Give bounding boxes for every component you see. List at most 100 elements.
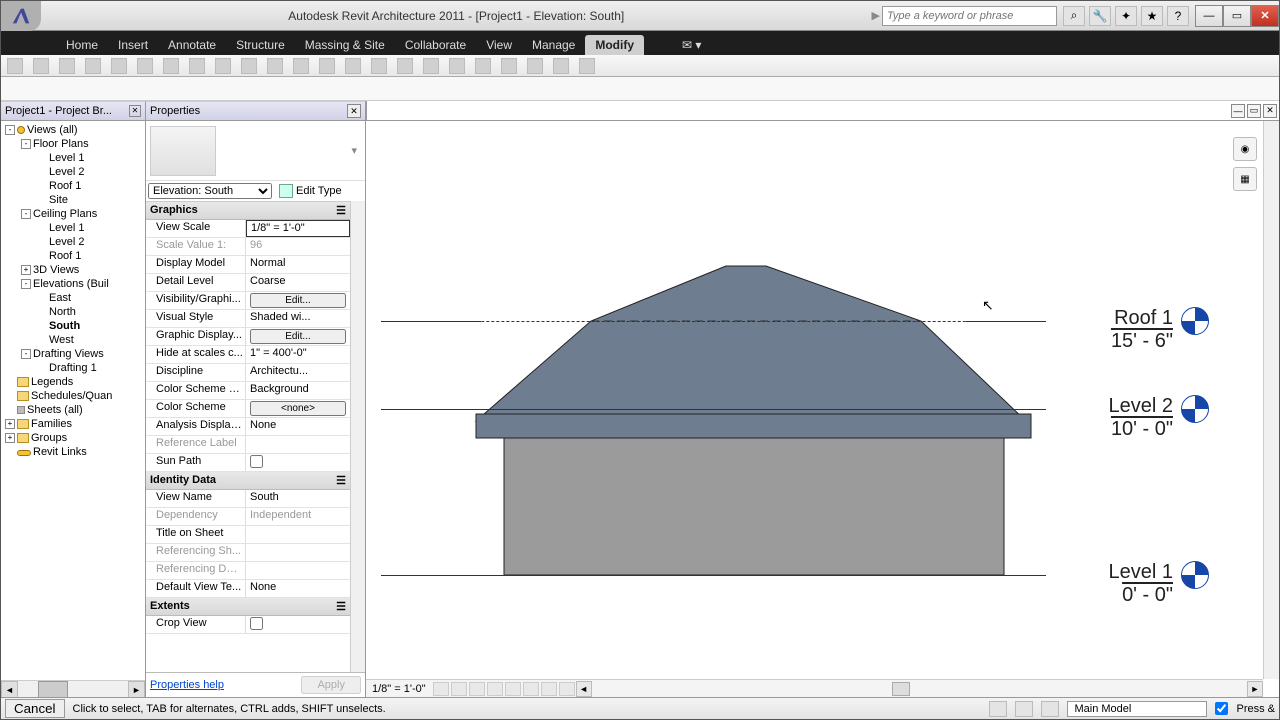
properties-grid[interactable]: Graphics☰ View Scale1/8" = 1'-0" Scale V… — [146, 201, 350, 672]
twisty-icon[interactable]: + — [5, 433, 15, 443]
level-label[interactable]: Level 210' - 0" — [1109, 395, 1174, 441]
tab-annotate[interactable]: Annotate — [158, 35, 226, 55]
tab-collaborate[interactable]: Collaborate — [395, 35, 476, 55]
crop-view-icon[interactable] — [505, 682, 521, 696]
tree-item[interactable]: -Ceiling Plans — [1, 207, 145, 221]
visual-style-icon[interactable] — [451, 682, 467, 696]
view-minimize-icon[interactable]: ― — [1231, 104, 1245, 118]
cancel-button[interactable]: Cancel — [5, 699, 65, 718]
sun-path-checkbox[interactable] — [250, 455, 263, 468]
level-line[interactable] — [381, 321, 1046, 322]
view-cube-icon[interactable]: ▦ — [1233, 167, 1257, 191]
qat-icon[interactable] — [553, 58, 569, 74]
tab-massing[interactable]: Massing & Site — [295, 35, 395, 55]
reveal-hidden-icon[interactable] — [559, 682, 575, 696]
tab-view[interactable]: View — [476, 35, 522, 55]
tree-item[interactable]: South — [1, 319, 145, 333]
tree-item[interactable]: Level 1 — [1, 151, 145, 165]
design-option-selector[interactable]: Main Model — [1067, 701, 1207, 717]
section-graphics[interactable]: Graphics☰ — [146, 202, 350, 220]
crop-region-icon[interactable] — [523, 682, 539, 696]
maximize-button[interactable]: ▭ — [1223, 5, 1251, 27]
search-input[interactable] — [882, 6, 1057, 26]
level-line[interactable] — [381, 409, 1046, 410]
qat-icon[interactable] — [423, 58, 439, 74]
tree-item[interactable]: Level 1 — [1, 221, 145, 235]
edit-type-button[interactable]: Edit Type — [276, 183, 345, 199]
hscroll-left-icon[interactable]: ◄ — [576, 681, 592, 697]
apply-button[interactable]: Apply — [301, 676, 361, 694]
twisty-icon[interactable]: - — [21, 349, 31, 359]
qat-icon[interactable] — [449, 58, 465, 74]
tree-item[interactable]: Level 2 — [1, 235, 145, 249]
key-icon[interactable]: 🔧 — [1089, 6, 1111, 26]
tree-item[interactable]: Revit Links — [1, 445, 145, 459]
close-button[interactable]: ✕ — [1251, 5, 1279, 27]
section-extents[interactable]: Extents☰ — [146, 598, 350, 616]
tree-item[interactable]: -Elevations (Buil — [1, 277, 145, 291]
qat-icon[interactable] — [163, 58, 179, 74]
press-drag-checkbox[interactable] — [1215, 702, 1228, 715]
tree-item[interactable]: +Families — [1, 417, 145, 431]
tree-item[interactable]: +Groups — [1, 431, 145, 445]
crop-view-checkbox[interactable] — [250, 617, 263, 630]
design-options-icon[interactable] — [1015, 701, 1033, 717]
hide-isolate-icon[interactable] — [541, 682, 557, 696]
scroll-left-icon[interactable]: ◄ — [1, 681, 18, 697]
help-icon[interactable]: ? — [1167, 6, 1189, 26]
tree-item[interactable]: -Views (all) — [1, 123, 145, 137]
qat-icon[interactable] — [215, 58, 231, 74]
twisty-icon[interactable]: - — [21, 139, 31, 149]
color-scheme-button[interactable]: <none> — [250, 401, 346, 416]
graphic-display-edit-button[interactable]: Edit... — [250, 329, 346, 344]
favorites-icon[interactable]: ★ — [1141, 6, 1163, 26]
qat-icon[interactable] — [371, 58, 387, 74]
qat-icon[interactable] — [345, 58, 361, 74]
tab-home[interactable]: Home — [56, 35, 108, 55]
browser-close-icon[interactable]: ✕ — [129, 105, 141, 117]
level-label[interactable]: Level 10' - 0" — [1109, 561, 1174, 607]
twisty-icon[interactable]: - — [21, 209, 31, 219]
tree-item[interactable]: Legends — [1, 375, 145, 389]
level-label[interactable]: Roof 115' - 6" — [1111, 307, 1173, 353]
scroll-thumb[interactable] — [38, 681, 68, 697]
browser-hscroll[interactable]: ◄ ► — [1, 680, 145, 697]
view-close-icon[interactable]: ✕ — [1263, 104, 1277, 118]
qat-icon[interactable] — [137, 58, 153, 74]
project-browser-header[interactable]: Project1 - Project Br... ✕ — [1, 101, 146, 120]
tree-item[interactable]: Drafting 1 — [1, 361, 145, 375]
tab-structure[interactable]: Structure — [226, 35, 295, 55]
scroll-right-icon[interactable]: ► — [128, 681, 145, 697]
properties-help-link[interactable]: Properties help — [150, 679, 224, 691]
qat-icon[interactable] — [579, 58, 595, 74]
hscroll-right-icon[interactable]: ► — [1247, 681, 1263, 697]
tree-item[interactable]: West — [1, 333, 145, 347]
level-head-symbol[interactable] — [1181, 561, 1209, 589]
tree-item[interactable]: Site — [1, 193, 145, 207]
qat-open-icon[interactable] — [7, 58, 23, 74]
communication-icon[interactable]: ✦ — [1115, 6, 1137, 26]
tree-item[interactable]: North — [1, 305, 145, 319]
viewport-vscroll[interactable] — [1263, 121, 1279, 679]
qat-icon[interactable] — [293, 58, 309, 74]
view-scale-value[interactable]: 1/8" = 1'-0" — [246, 220, 350, 237]
type-dropdown-icon[interactable]: ▾ — [351, 144, 361, 157]
properties-header[interactable]: Properties ✕ — [146, 101, 366, 120]
qat-icon[interactable] — [319, 58, 335, 74]
properties-vscroll[interactable] — [350, 201, 365, 672]
shadows-icon[interactable] — [487, 682, 503, 696]
tab-manage[interactable]: Manage — [522, 35, 585, 55]
tree-item[interactable]: Schedules/Quan — [1, 389, 145, 403]
twisty-icon[interactable]: + — [21, 265, 31, 275]
twisty-icon[interactable]: + — [5, 419, 15, 429]
properties-close-icon[interactable]: ✕ — [347, 104, 361, 118]
tree-item[interactable]: Sheets (all) — [1, 403, 145, 417]
level-line[interactable] — [381, 575, 1046, 576]
level-head-symbol[interactable] — [1181, 307, 1209, 335]
qat-icon[interactable] — [111, 58, 127, 74]
qat-icon[interactable] — [397, 58, 413, 74]
qat-undo-icon[interactable] — [59, 58, 75, 74]
view-scale-label[interactable]: 1/8" = 1'-0" — [366, 683, 432, 695]
tree-item[interactable]: Level 2 — [1, 165, 145, 179]
minimize-button[interactable]: ― — [1195, 5, 1223, 27]
